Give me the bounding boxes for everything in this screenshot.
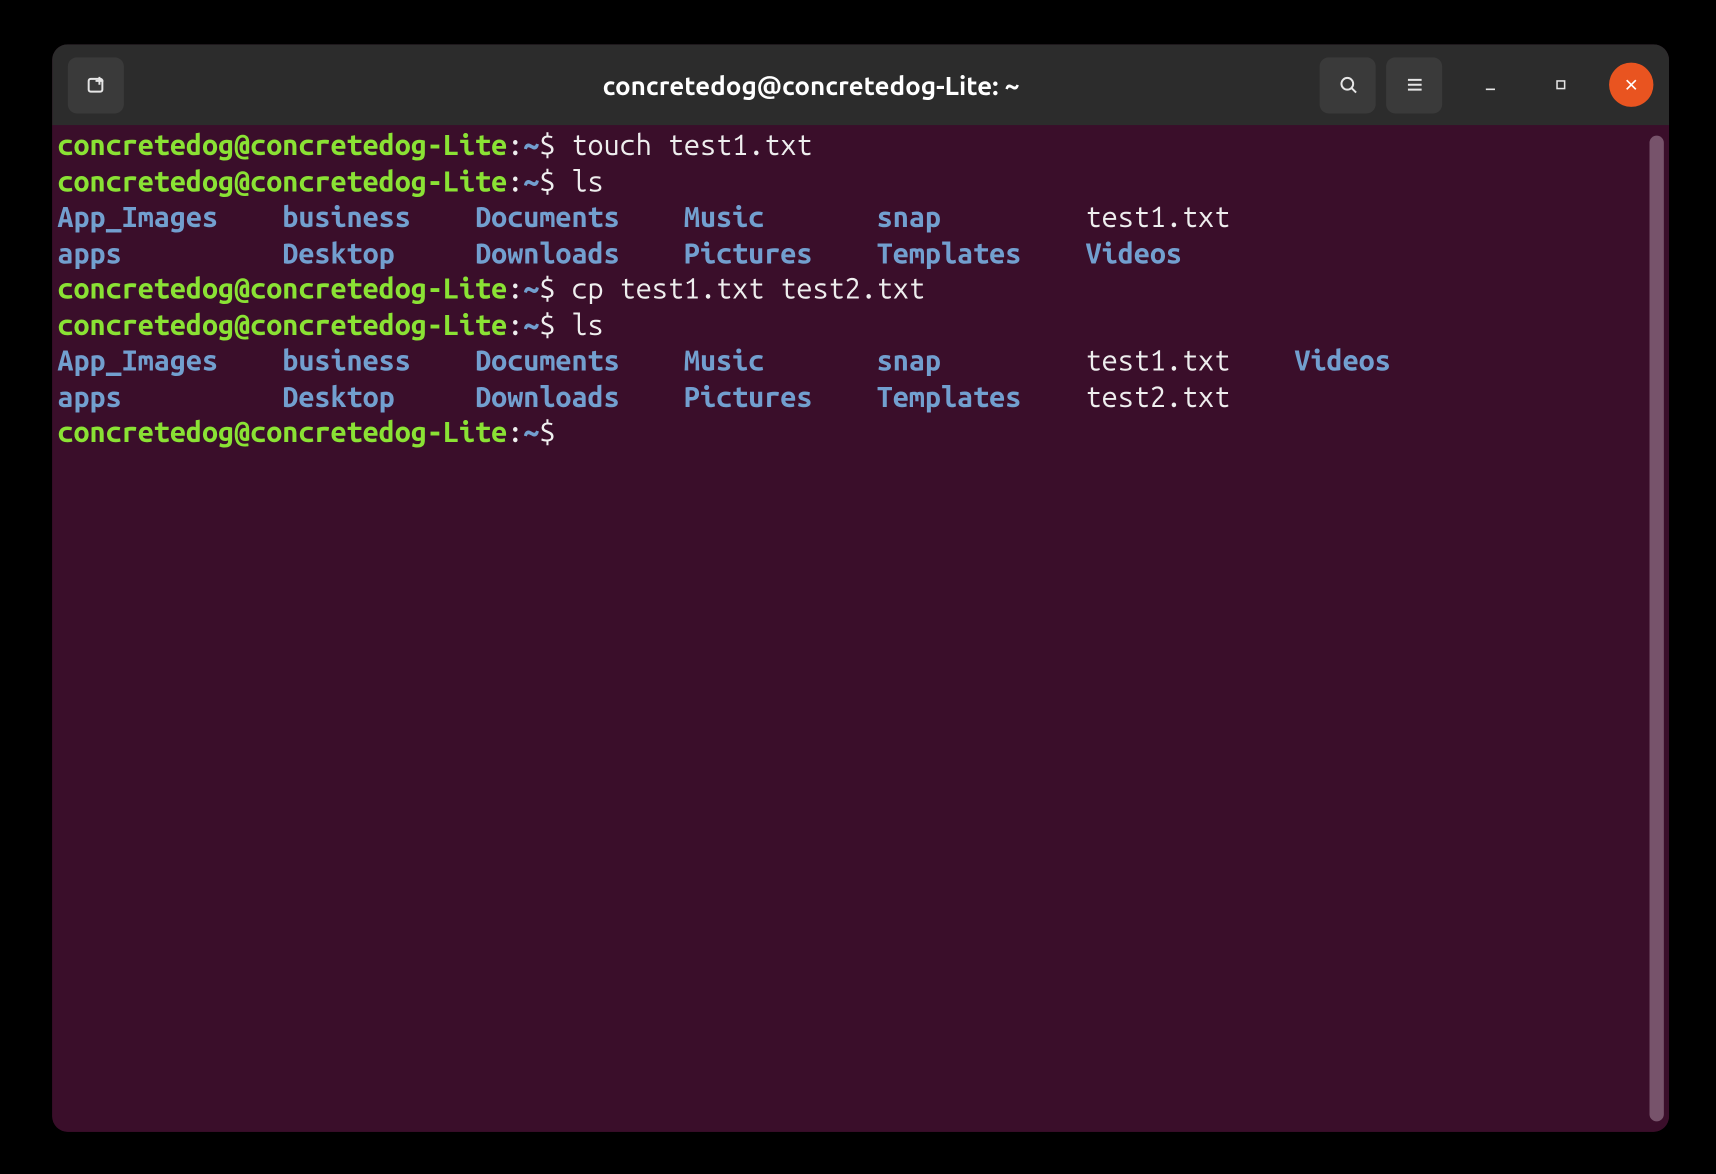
ls-dir: apps [57, 237, 250, 270]
titlebar[interactable]: concretedog@concretedog-Lite: ~ [52, 44, 1669, 125]
ls-dir: snap [877, 201, 1054, 234]
prompt-line: concretedog@concretedog-Lite:~$ cp test1… [57, 271, 1663, 307]
ls-dir: Music [684, 201, 845, 234]
ls-dir: Downloads [475, 237, 652, 270]
ls-dir: snap [877, 344, 1054, 377]
ls-output-row: apps Desktop Downloads Pictures Template… [57, 235, 1663, 271]
close-button[interactable] [1609, 63, 1653, 107]
ls-dir: business [282, 344, 443, 377]
search-button[interactable] [1320, 57, 1376, 113]
window-title: concretedog@concretedog-Lite: ~ [603, 70, 1020, 100]
ls-file: test1.txt [1086, 201, 1231, 234]
ls-dir: Templates [877, 237, 1054, 270]
ls-dir: business [282, 201, 443, 234]
search-icon [1336, 73, 1359, 96]
ls-dir: App_Images [57, 344, 250, 377]
ls-output-row: App_Images business Documents Music snap… [57, 343, 1663, 379]
prompt-line: concretedog@concretedog-Lite:~$ touch te… [57, 128, 1663, 164]
ls-output-row: App_Images business Documents Music snap… [57, 200, 1663, 236]
prompt-line: concretedog@concretedog-Lite:~$ ls [57, 307, 1663, 343]
ls-file: test1.txt [1086, 344, 1263, 377]
ls-dir: Music [684, 344, 845, 377]
close-icon [1622, 76, 1640, 94]
new-tab-button[interactable] [68, 57, 124, 113]
ls-dir: Videos [1294, 344, 1390, 377]
ls-dir: App_Images [57, 201, 250, 234]
ls-dir: Downloads [475, 380, 652, 413]
maximize-icon [1552, 76, 1570, 94]
new-tab-icon [84, 73, 107, 96]
terminal-body[interactable]: concretedog@concretedog-Lite:~$ touch te… [52, 125, 1669, 1132]
ls-file: test2.txt [1086, 380, 1263, 413]
prompt-line: concretedog@concretedog-Lite:~$ ls [57, 164, 1663, 200]
ls-dir: apps [57, 380, 250, 413]
terminal-text[interactable]: concretedog@concretedog-Lite:~$ touch te… [52, 125, 1669, 453]
command-text: touch test1.txt [571, 129, 812, 162]
ls-dir: Templates [877, 380, 1054, 413]
ls-dir: Pictures [684, 380, 845, 413]
maximize-button[interactable] [1539, 63, 1583, 107]
ls-output-row: apps Desktop Downloads Pictures Template… [57, 379, 1663, 415]
minimize-icon [1481, 76, 1499, 94]
scrollbar-thumb[interactable] [1649, 136, 1663, 1122]
ls-dir: Documents [475, 344, 652, 377]
minimize-button[interactable] [1468, 63, 1512, 107]
command-text: cp test1.txt test2.txt [571, 273, 924, 306]
command-text: ls [571, 308, 603, 341]
ls-dir: Documents [475, 201, 652, 234]
terminal-window: concretedog@concretedog-Lite: ~ [52, 44, 1669, 1131]
prompt-line: concretedog@concretedog-Lite:~$ [57, 415, 1663, 451]
ls-dir: Pictures [684, 237, 845, 270]
menu-button[interactable] [1386, 57, 1442, 113]
command-text: ls [571, 165, 603, 198]
ls-dir: Desktop [282, 237, 443, 270]
ls-dir: Desktop [282, 380, 443, 413]
hamburger-icon [1402, 73, 1425, 96]
scrollbar[interactable] [1649, 136, 1663, 1122]
ls-dir: Videos [1086, 237, 1182, 270]
